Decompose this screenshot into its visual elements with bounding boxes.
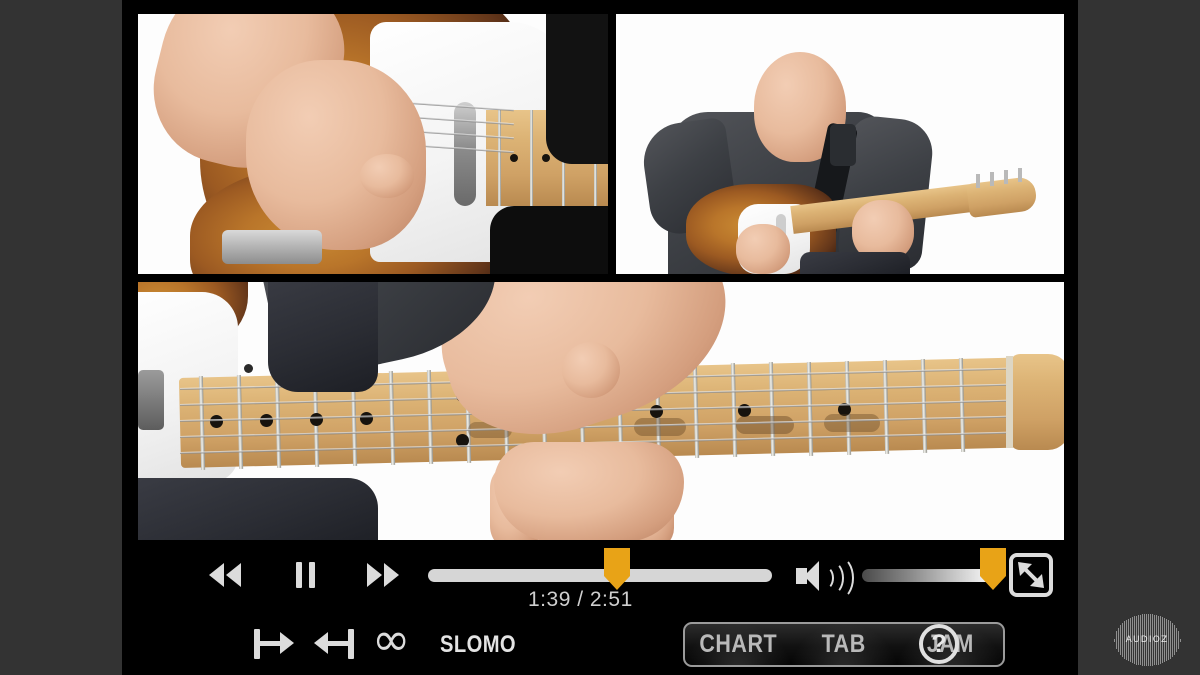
pause-icon <box>308 562 315 588</box>
pause-icon <box>295 562 302 588</box>
exit-fullscreen-button[interactable] <box>1006 549 1056 601</box>
loop-toggle-button[interactable]: ∞ <box>368 616 424 666</box>
loop-in-icon <box>260 641 282 646</box>
volume-handle[interactable] <box>980 548 1006 590</box>
audioz-watermark: AUDIOZ <box>1108 612 1186 668</box>
fret-marker <box>360 412 373 425</box>
tuning-peg <box>976 174 980 188</box>
fret <box>530 110 533 206</box>
rewind-button[interactable] <box>194 552 256 598</box>
watermark-bar <box>1171 623 1173 657</box>
palm <box>494 442 684 540</box>
watermark-label: AUDIOZ <box>1125 635 1169 645</box>
fret-marker <box>650 405 663 418</box>
fast-forward-button[interactable] <box>352 552 414 598</box>
fast-forward-icon <box>367 563 382 587</box>
watermark-bar <box>1177 631 1179 649</box>
watermark-bar <box>1169 621 1171 659</box>
legs <box>268 282 378 392</box>
time-display: 1:39 / 2:51 <box>528 588 633 611</box>
volume-handle-tip <box>980 576 1006 590</box>
rewind-icon <box>226 563 241 587</box>
slomo-button[interactable]: SLOMO <box>440 624 550 664</box>
volume-button[interactable] <box>792 556 854 600</box>
help-button[interactable]: ? <box>919 624 959 664</box>
tuning-peg <box>1018 168 1022 182</box>
watermark-bar <box>1115 631 1117 649</box>
pickguard-screw <box>244 364 253 373</box>
video-panel-picking-hand[interactable] <box>138 14 608 274</box>
watermark-bar <box>1113 638 1115 642</box>
view-mode-chart-label: CHART <box>699 630 777 658</box>
seek-track[interactable] <box>428 569 772 582</box>
slomo-label: SLOMO <box>440 631 517 658</box>
thumb <box>360 154 414 198</box>
bridge-hardware <box>222 230 322 264</box>
volume-wave-icon <box>824 556 854 600</box>
video-panel-full-body[interactable] <box>616 14 1064 274</box>
rewind-icon <box>209 563 224 587</box>
fret <box>498 110 501 206</box>
background-object <box>490 206 608 274</box>
view-mode-tab-label: TAB <box>821 630 867 658</box>
watermark-bar <box>1179 638 1181 642</box>
video-player: 1:39 / 2:51 ∞ SLOMO CHART TAB JAM ? <box>122 0 1078 675</box>
transport-row: 1:39 / 2:51 <box>122 540 1078 612</box>
video-panel-fretboard[interactable] <box>138 282 1064 540</box>
fret-marker <box>510 154 518 162</box>
view-mode-tab[interactable]: TAB <box>791 624 897 665</box>
fretboard-wear <box>824 414 880 432</box>
view-mode-chart[interactable]: CHART <box>685 624 791 665</box>
volume-slider[interactable] <box>862 548 1006 590</box>
seek-bar[interactable] <box>428 548 772 590</box>
fret-marker <box>210 415 223 428</box>
loop-out-button[interactable] <box>310 622 360 666</box>
screen: 1:39 / 2:51 ∞ SLOMO CHART TAB JAM ? AUDI… <box>0 0 1200 675</box>
loop-in-button[interactable] <box>250 622 300 666</box>
shrink-frame-icon <box>1009 553 1053 597</box>
pickup <box>454 102 476 206</box>
tuning-peg <box>1004 170 1008 184</box>
neck-pickup <box>138 370 164 430</box>
volume-track[interactable] <box>862 569 996 582</box>
seek-playhead[interactable] <box>604 548 630 590</box>
picking-hand <box>246 60 426 250</box>
playhead-body <box>604 548 630 576</box>
diagonal-arrow-icon <box>1018 562 1044 588</box>
fret-marker <box>542 154 550 162</box>
legs <box>800 252 910 274</box>
fret-marker <box>310 413 323 426</box>
loop-in-icon <box>280 632 294 654</box>
thumb <box>562 342 620 398</box>
watermark-bar <box>1117 627 1119 653</box>
picking-hand <box>736 224 790 274</box>
fretboard-wear <box>634 418 686 436</box>
tools-row: ∞ SLOMO CHART TAB JAM ? <box>122 612 1078 675</box>
tuning-peg <box>990 172 994 186</box>
headstock <box>1010 354 1064 450</box>
loop-out-icon <box>348 629 354 659</box>
volume-handle-body <box>980 548 1006 576</box>
watermark-bar <box>1123 621 1125 659</box>
infinity-icon: ∞ <box>372 612 411 666</box>
watermark-bar <box>1119 625 1121 655</box>
legs <box>138 478 378 540</box>
loop-out-icon <box>326 641 348 646</box>
pause-button[interactable] <box>278 552 332 598</box>
help-label: ? <box>931 629 947 658</box>
nut <box>1006 356 1013 448</box>
background-object <box>546 14 608 164</box>
guitar-strap-buckle <box>830 124 856 166</box>
video-grid <box>138 14 1064 540</box>
watermark-bar <box>1173 625 1175 655</box>
player-controls: 1:39 / 2:51 ∞ SLOMO CHART TAB JAM ? <box>122 540 1078 675</box>
fast-forward-icon <box>384 563 399 587</box>
fret-marker <box>260 414 273 427</box>
watermark-bar <box>1121 623 1123 657</box>
fretboard-wear <box>736 416 794 434</box>
watermark-bar <box>1175 627 1177 653</box>
